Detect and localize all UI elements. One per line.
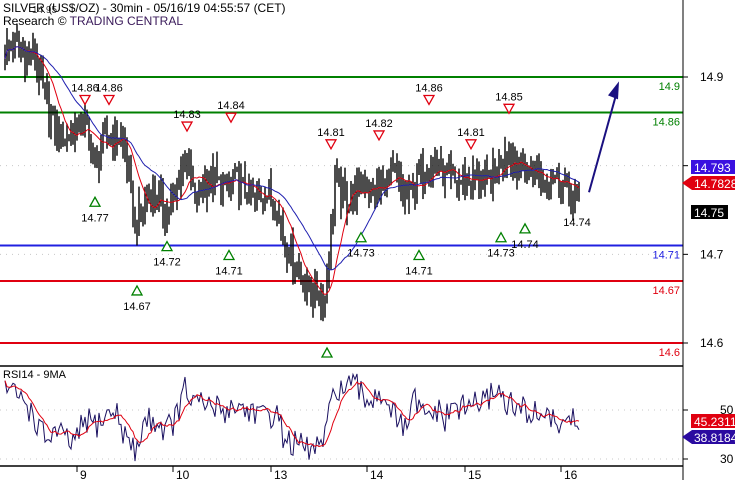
price-tick-label: 14.6 <box>700 336 724 350</box>
level-label: 14.86 <box>652 116 680 128</box>
support-label: 14.73 <box>347 248 375 260</box>
rsi-ma-line <box>4 380 580 448</box>
date-tick-label: 14 <box>370 468 384 480</box>
resistance-triangle-icon <box>102 94 116 106</box>
support-triangle-icon <box>494 231 508 243</box>
support-label: 14.72 <box>153 257 181 269</box>
support-label: 14.77 <box>81 212 109 224</box>
level-label: 14.6 <box>659 347 680 359</box>
price-badge-label: 14.793 <box>694 161 731 175</box>
rsi-panel <box>4 372 580 462</box>
support-triangle-icon <box>88 195 102 207</box>
resistance-label: 14.81 <box>317 127 345 139</box>
support-triangle-icon <box>354 231 368 243</box>
research-prefix: Research © <box>3 14 70 28</box>
price-bars <box>4 24 580 322</box>
rsi-line <box>4 372 580 462</box>
research-credit: Research © TRADING CENTRAL <box>3 14 183 28</box>
resistance-label: 14.85 <box>495 91 523 103</box>
resistance-triangle-icon <box>180 121 194 133</box>
support-label: 14.71 <box>215 265 243 277</box>
resistance-triangle-icon <box>324 139 338 151</box>
resistance-label: 14.81 <box>457 127 485 139</box>
price-tick-label: 14.7 <box>700 247 724 261</box>
date-tick-label: 10 <box>176 468 190 480</box>
pivot-markers: 14.8614.8614.8314.8414.8114.8214.8614.81… <box>71 81 619 358</box>
support-label: 14.74 <box>563 217 591 229</box>
level-label: 14.67 <box>652 285 680 297</box>
resistance-triangle-icon <box>372 130 386 142</box>
level-label: 14.71 <box>652 249 680 261</box>
support-triangle-icon <box>518 222 532 234</box>
support-triangle-icon <box>320 346 334 358</box>
resistance-label: 14.86 <box>415 82 443 94</box>
resistance-triangle-icon <box>422 94 436 106</box>
level-label: 14.9 <box>659 81 680 93</box>
price-badge-label: 38.8184 <box>694 431 735 445</box>
resistance-label: 14.83 <box>173 109 201 121</box>
price-badge-label: 14.75 <box>694 206 724 220</box>
date-tick-label: 9 <box>80 468 87 480</box>
price-badge-label: 45.2311 <box>694 415 735 429</box>
axes: 14.914.814.714.6503091013141516 <box>0 0 734 480</box>
rsi-tick-label: 30 <box>720 452 734 466</box>
resistance-triangle-icon <box>224 112 238 124</box>
price-chart: 14.9 14.86 14.71 14.67 14.6 14.86 14.86 14.83 1… <box>0 0 735 480</box>
resistance-label: 14.86 <box>95 82 123 94</box>
forecast-arrow-head-icon <box>608 81 619 100</box>
price-badge-label: 14.7828 <box>694 177 735 191</box>
forecast-arrow-shaft <box>588 91 618 193</box>
rsi-title: RSI14 - 9MA <box>3 369 67 381</box>
support-label: 14.71 <box>405 265 433 277</box>
support-label: 14.74 <box>511 239 539 251</box>
date-tick-label: 13 <box>274 468 288 480</box>
support-triangle-icon <box>412 249 426 261</box>
resistance-triangle-icon <box>464 139 478 151</box>
date-tick-label: 16 <box>564 468 578 480</box>
resistance-label: 14.84 <box>217 100 245 112</box>
price-tick-label: 14.9 <box>700 70 724 84</box>
brand-name: TRADING CENTRAL <box>70 14 184 28</box>
support-triangle-icon <box>130 284 144 296</box>
support-triangle-icon <box>222 249 236 261</box>
support-label: 14.67 <box>123 301 151 313</box>
resistance-label: 14.82 <box>365 118 393 130</box>
date-tick-label: 15 <box>468 468 482 480</box>
resistance-triangle-icon <box>78 94 92 106</box>
